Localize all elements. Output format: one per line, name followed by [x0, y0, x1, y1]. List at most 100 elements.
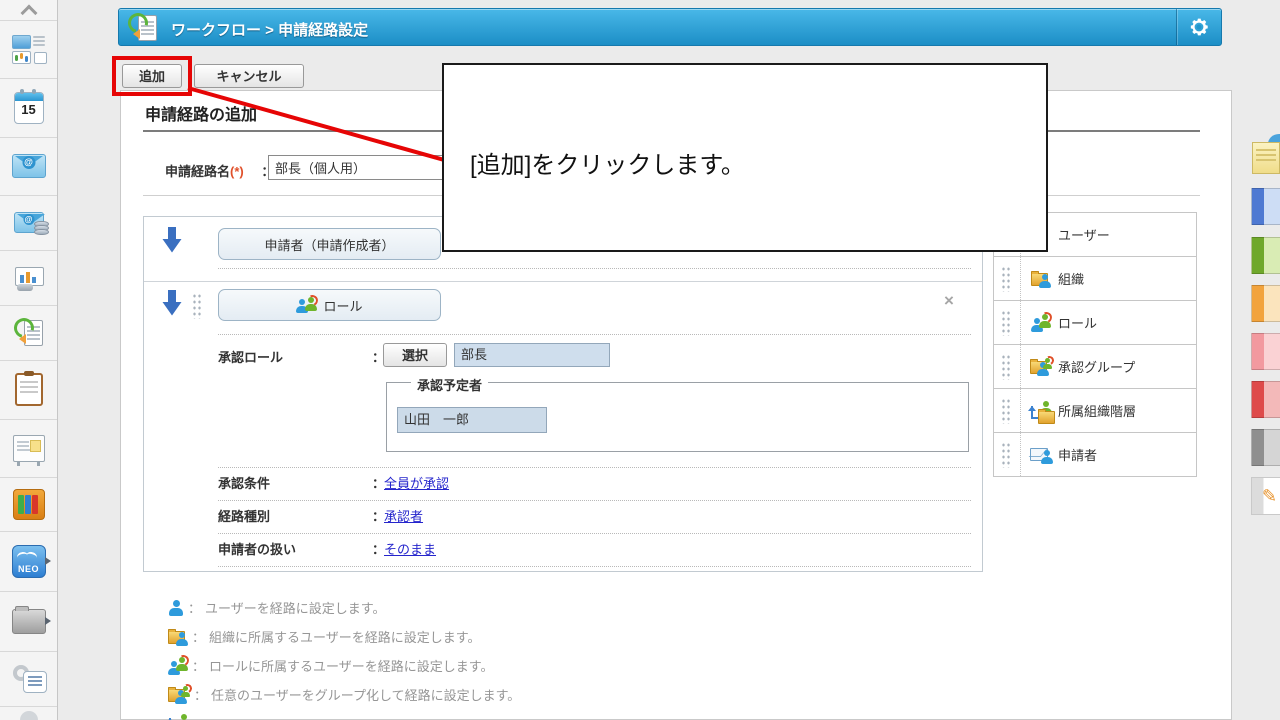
tutorial-callout: [追加]をクリックします。 — [442, 63, 1048, 252]
dotted-separator — [218, 268, 971, 269]
planned-approvers-legend: 承認予定者 — [411, 375, 489, 394]
route-type-label: 経路種別 — [218, 509, 271, 524]
legend-item-approval-group: ：任意のユーザーをグループ化して経路に設定します。 — [168, 682, 520, 704]
sidebar-item-bulletin[interactable] — [0, 419, 57, 478]
tutorial-highlight-box — [112, 56, 192, 96]
sticky-note-icon[interactable] — [1252, 134, 1280, 178]
submenu-arrow-icon — [45, 557, 55, 565]
role-icon — [168, 652, 191, 675]
gear-icon — [1190, 18, 1208, 36]
application-window: 15 @ @ NEO ワークフロー > 申請経路設定 追加 キャンセル 申請経路… — [0, 0, 1280, 720]
approval-role-label: 承認ロール — [218, 350, 284, 365]
down-arrow-icon — [162, 227, 182, 253]
sidebar-item-circulation[interactable] — [0, 360, 57, 420]
palette-item-org-hierarchy[interactable]: 所属組織階層 — [994, 389, 1196, 433]
sticky-color-red[interactable] — [1251, 381, 1280, 418]
sidebar-item-schedule[interactable]: 15 — [0, 78, 57, 138]
legend-item-user: ：ユーザーを経路に設定します。 — [168, 598, 385, 617]
route-type-link[interactable]: 承認者 — [384, 506, 423, 525]
close-icon[interactable]: × — [944, 292, 954, 309]
sidebar-item-portal[interactable] — [0, 20, 57, 79]
palette-item-organization[interactable]: 組織 — [994, 257, 1196, 301]
approval-group-icon — [168, 682, 194, 704]
bulletin-board-icon — [12, 434, 45, 466]
sticky-color-orange[interactable] — [1251, 285, 1280, 322]
sticky-color-pink[interactable] — [1251, 333, 1280, 370]
palette-item-role[interactable]: ロール — [994, 301, 1196, 345]
system-settings-icon — [12, 664, 47, 693]
dotted-separator — [218, 334, 971, 335]
sidebar-item-system-settings[interactable] — [0, 651, 57, 707]
approver-name: 山田 一郎 — [397, 407, 547, 433]
sticky-color-blue[interactable] — [1251, 188, 1280, 225]
presentation-icon — [14, 265, 44, 291]
approval-group-icon — [1030, 354, 1056, 376]
chevron-up-icon — [22, 3, 36, 17]
sidebar-item-cabinet[interactable] — [0, 477, 57, 532]
approval-condition-link[interactable]: 全員が承認 — [384, 473, 449, 492]
approval-condition-label: 承認条件 — [218, 476, 271, 491]
cancel-button[interactable]: キャンセル — [194, 64, 304, 88]
drag-handle[interactable] — [994, 301, 1021, 344]
sidebar-item-workflow[interactable] — [0, 305, 57, 361]
drag-handle[interactable] — [994, 389, 1021, 432]
cabinet-icon — [12, 488, 45, 520]
route-name-label: 申請経路名(*) ： — [165, 164, 274, 179]
settings-button[interactable] — [1176, 9, 1221, 45]
palette-item-applicant[interactable]: 申請者 — [994, 433, 1196, 476]
sidebar-item-partial[interactable] — [0, 706, 57, 720]
planned-approvers-fieldset: 承認予定者 山田 一郎 — [386, 375, 969, 452]
applicant-handling-link[interactable]: そのまま — [384, 539, 436, 558]
step-role-button[interactable]: ロール — [218, 289, 441, 321]
palette-item-approval-group[interactable]: 承認グループ — [994, 345, 1196, 389]
sidebar-item-neo[interactable]: NEO — [0, 531, 57, 592]
sidebar-collapse-button[interactable] — [0, 0, 57, 21]
sidebar-item-mail-store[interactable]: @ — [0, 195, 57, 251]
webmail-icon: @ — [11, 154, 46, 178]
calendar-icon: 15 — [13, 88, 44, 124]
sidebar-item-webmail[interactable]: @ — [0, 137, 57, 196]
clipboard-icon — [14, 373, 43, 406]
portal-icon — [11, 35, 47, 64]
org-hierarchy-icon — [166, 714, 190, 720]
drag-handle[interactable] — [994, 345, 1021, 388]
breadcrumb-title: ワークフロー > 申請経路設定 — [171, 22, 369, 39]
dotted-separator — [218, 467, 971, 468]
sidebar-item-presentation[interactable] — [0, 250, 57, 306]
sticky-color-gray[interactable] — [1251, 429, 1280, 466]
select-button[interactable]: 選択 — [383, 343, 447, 367]
down-arrow-icon — [162, 290, 182, 316]
organization-icon — [168, 628, 188, 646]
step-applicant-button[interactable]: 申請者（申請作成者） — [218, 228, 441, 260]
workflow-icon — [124, 9, 158, 43]
drag-handle[interactable] — [994, 433, 1021, 476]
applicant-icon — [1030, 446, 1053, 464]
dotted-separator — [218, 566, 971, 567]
legend-item-role: ：ロールに所属するユーザーを経路に設定します。 — [168, 652, 493, 675]
drag-handle[interactable] — [192, 293, 203, 319]
dotted-separator — [218, 533, 971, 534]
workflow-icon — [9, 313, 44, 348]
user-icon — [168, 599, 184, 617]
app-sidebar: 15 @ @ NEO — [0, 0, 58, 720]
approval-role-value: 部長 — [454, 343, 610, 367]
role-icon — [1031, 309, 1054, 332]
drag-handle[interactable] — [994, 257, 1021, 300]
legend-item-organization: ：組織に所属するユーザーを経路に設定します。 — [168, 627, 480, 646]
sticky-color-green[interactable] — [1251, 237, 1280, 274]
module-header: ワークフロー > 申請経路設定 — [118, 8, 1222, 46]
legend-item-partial — [166, 714, 190, 720]
applicant-handling-label: 申請者の扱い — [218, 542, 297, 557]
dotted-separator — [218, 500, 971, 501]
org-hierarchy-icon — [1028, 400, 1055, 424]
submenu-arrow-icon — [45, 617, 55, 625]
tutorial-callout-text: [追加]をクリックします。 — [470, 152, 745, 179]
route-flow-editor: 申請者（申請作成者） ロール × 承認ロール ： 選択 部長 承認予定者 山田 … — [143, 216, 983, 572]
neo-icon: NEO — [11, 544, 46, 578]
sidebar-item-folder[interactable] — [0, 591, 57, 652]
pencil-icon: ✎ — [1262, 486, 1278, 506]
mail-database-icon: @ — [13, 212, 49, 235]
sticky-edit-button[interactable]: ✎ — [1251, 477, 1280, 515]
role-icon — [296, 293, 321, 313]
organization-icon — [1031, 270, 1051, 288]
